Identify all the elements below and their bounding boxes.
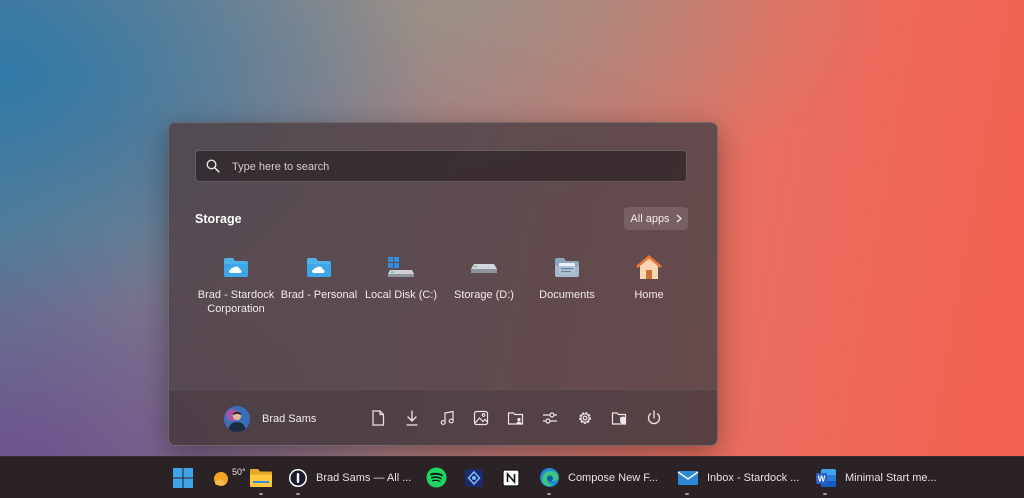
tile-brad-stardock[interactable]: Brad - Stardock Corporation	[195, 251, 277, 316]
windows-drive-icon	[388, 257, 414, 277]
word-icon: W	[816, 468, 836, 487]
tile-brad-personal[interactable]: Brad - Personal	[278, 251, 360, 302]
power-icon[interactable]	[645, 409, 663, 427]
tile-label: Brad - Stardock Corporation	[197, 289, 275, 315]
edge-taskbar-button[interactable]: Compose New F...	[539, 464, 658, 495]
running-indicator	[823, 493, 827, 495]
onepassword-label: Brad Sams — All ...	[316, 471, 412, 484]
onedrive-folder-icon	[224, 258, 248, 277]
search-box[interactable]	[195, 150, 687, 183]
section-title: Storage	[195, 212, 242, 226]
search-input[interactable]	[230, 151, 674, 183]
personal-folder-icon[interactable]	[507, 409, 525, 427]
file-explorer-taskbar-button[interactable]	[249, 464, 273, 495]
edge-icon	[540, 468, 559, 487]
search-icon	[206, 159, 220, 173]
tile-storage-d[interactable]: Storage (D:)	[443, 251, 525, 302]
user-name: Brad Sams	[262, 413, 317, 425]
start-footer: Brad Sams	[169, 389, 717, 445]
running-indicator	[296, 493, 300, 495]
taskbar: 50° Brad Sams — All ... Compose New F...…	[0, 456, 1024, 498]
start-button[interactable]	[172, 464, 194, 491]
pictures-icon[interactable]	[472, 409, 490, 427]
start-menu: Storage All apps Brad - Stardock Corpora…	[168, 122, 718, 446]
notion-icon	[502, 468, 520, 487]
windows-logo-icon	[173, 467, 193, 488]
onepassword-icon	[289, 468, 307, 487]
edge-label: Compose New F...	[568, 471, 658, 484]
tile-label: Documents	[539, 289, 595, 301]
all-apps-label: All apps	[630, 212, 670, 225]
settings-gear-icon[interactable]	[576, 409, 594, 427]
tile-documents[interactable]: Documents	[526, 251, 608, 302]
mail-taskbar-button[interactable]: Inbox - Stardock ...	[677, 464, 800, 495]
tile-local-disk-c[interactable]: Local Disk (C:)	[360, 251, 442, 302]
mail-label: Inbox - Stardock ...	[707, 471, 800, 484]
avatar	[224, 406, 250, 432]
all-apps-button[interactable]: All apps	[624, 207, 688, 230]
drive-icon	[471, 264, 497, 273]
mail-icon	[677, 470, 699, 485]
file-explorer-shield-icon[interactable]	[610, 409, 628, 427]
app-icon	[465, 468, 483, 487]
tile-label: Home	[634, 289, 664, 301]
user-profile-button[interactable]: Brad Sams	[224, 406, 316, 432]
weather-widget[interactable]: 50°	[212, 464, 246, 491]
documents-folder-icon	[555, 258, 579, 277]
documents-icon[interactable]	[369, 409, 387, 427]
notion-taskbar-button[interactable]	[501, 464, 521, 491]
tile-home[interactable]: Home	[608, 251, 690, 302]
running-indicator	[259, 493, 263, 495]
downloads-icon[interactable]	[403, 409, 421, 427]
folder-icon	[250, 468, 272, 487]
onedrive-folder-icon	[307, 258, 331, 277]
word-label: Minimal Start me...	[845, 471, 937, 484]
app-taskbar-button[interactable]	[464, 464, 484, 491]
running-indicator	[547, 493, 551, 495]
music-icon[interactable]	[438, 409, 456, 427]
tile-label: Local Disk (C:)	[364, 289, 438, 301]
settings-sliders-icon[interactable]	[541, 409, 559, 427]
word-taskbar-button[interactable]: W Minimal Start me...	[815, 464, 937, 495]
home-icon	[636, 255, 662, 279]
tile-label: Brad - Personal	[280, 289, 358, 301]
tile-label: Storage (D:)	[454, 289, 514, 301]
spotify-icon	[426, 467, 447, 488]
svg-text:W: W	[818, 474, 826, 483]
weather-temp: 50°	[232, 466, 246, 477]
chevron-right-icon	[676, 214, 682, 223]
running-indicator	[685, 493, 689, 495]
onepassword-taskbar-button[interactable]: Brad Sams — All ...	[288, 464, 412, 495]
spotify-taskbar-button[interactable]	[426, 464, 447, 491]
sun-cloud-icon	[214, 471, 228, 486]
